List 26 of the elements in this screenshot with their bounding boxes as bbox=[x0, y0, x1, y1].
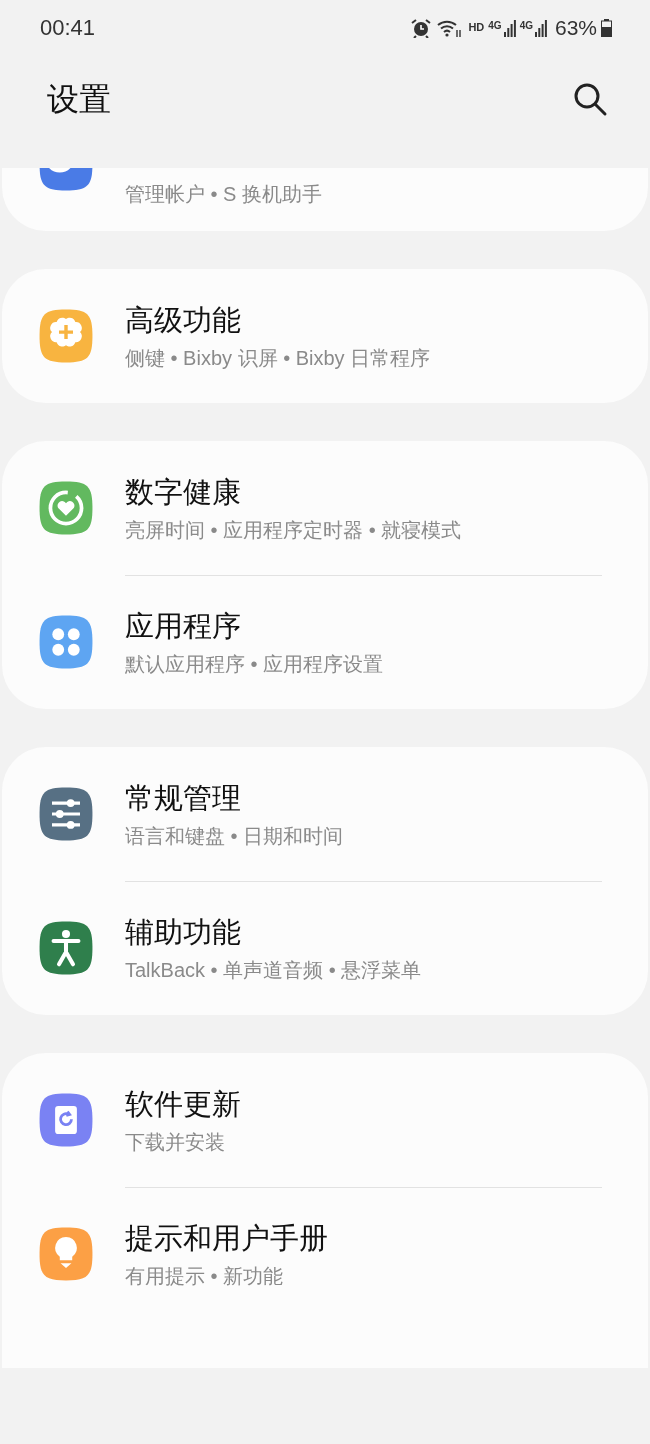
page-title: 设置 bbox=[47, 80, 111, 119]
signal-icon bbox=[534, 18, 547, 37]
item-title[interactable]: 辅助功能 bbox=[125, 912, 422, 952]
item-subtitle: 有用提示 • 新功能 bbox=[125, 1264, 285, 1289]
item-title[interactable]: 高级功能 bbox=[125, 300, 431, 340]
item-subtitle: 语言和键盘 • 日期和时间 bbox=[125, 824, 344, 849]
alarm-icon bbox=[410, 17, 433, 38]
search-icon[interactable] bbox=[572, 81, 608, 117]
network-label: 4G bbox=[488, 18, 502, 33]
item-subtitle: TalkBack • 单声道音频 • 悬浮菜单 bbox=[125, 958, 422, 983]
item-subtitle: 管理帐户 • S 换机助手 bbox=[125, 182, 322, 207]
battery-icon bbox=[601, 18, 612, 37]
network-label: 4G bbox=[519, 18, 533, 33]
network-label: HD bbox=[468, 20, 485, 36]
battery-percent: 63% bbox=[554, 14, 597, 41]
item-subtitle: 默认应用程序 • 应用程序设置 bbox=[125, 652, 384, 677]
item-title[interactable]: 提示和用户手册 bbox=[125, 1218, 328, 1258]
item-subtitle: 亮屏时间 • 应用程序定时器 • 就寝模式 bbox=[125, 518, 462, 543]
item-title[interactable]: 软件更新 bbox=[125, 1084, 241, 1124]
status-time: 00:41 bbox=[40, 14, 96, 42]
item-subtitle: 下载并安装 bbox=[125, 1130, 226, 1155]
signal-icon bbox=[503, 18, 516, 37]
item-title[interactable]: 数字健康 bbox=[125, 472, 462, 512]
item-subtitle: 侧键 • Bixby 识屏 • Bixby 日常程序 bbox=[125, 346, 431, 371]
item-title[interactable]: 应用程序 bbox=[125, 606, 384, 646]
item-title[interactable]: 常规管理 bbox=[125, 778, 344, 818]
